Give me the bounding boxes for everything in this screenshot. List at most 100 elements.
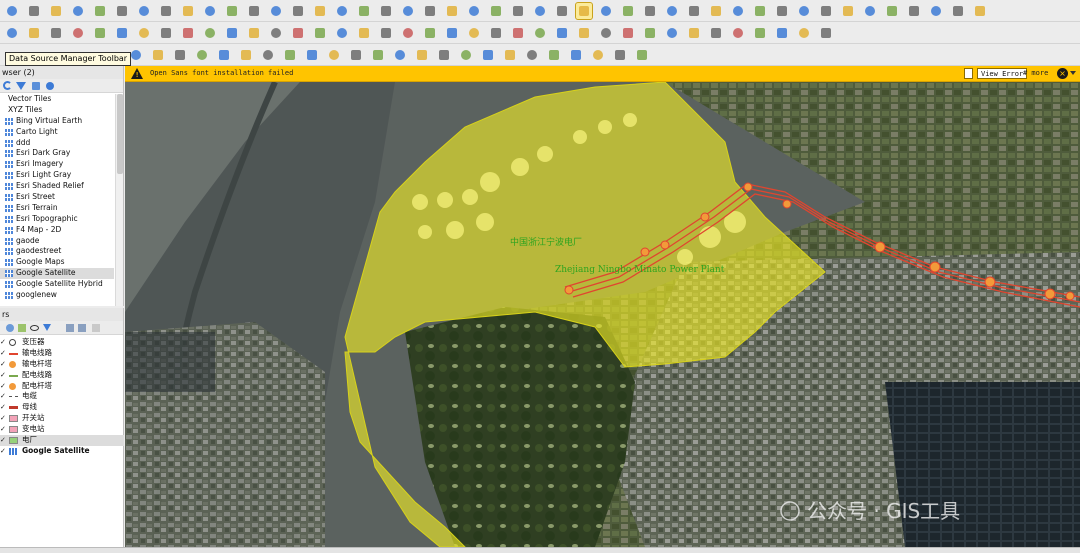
toolbar-button[interactable]	[818, 25, 834, 41]
toolbar-button[interactable]	[598, 3, 614, 19]
toolbar-button[interactable]	[48, 25, 64, 41]
toolbar-button[interactable]	[612, 47, 628, 63]
toolbar-button[interactable]	[400, 3, 416, 19]
toolbar-button[interactable]	[510, 3, 526, 19]
filter-icon[interactable]	[43, 324, 51, 331]
toolbar-button[interactable]	[730, 3, 746, 19]
toolbar-button[interactable]	[114, 3, 130, 19]
layer-item[interactable]: ✓ 变压器	[0, 337, 124, 348]
toolbar-button[interactable]	[436, 47, 452, 63]
layer-visibility-checkbox[interactable]: ✓	[0, 414, 6, 422]
toolbar-button[interactable]	[370, 47, 386, 63]
toolbar-button[interactable]	[840, 3, 856, 19]
info-icon[interactable]	[46, 82, 54, 90]
toolbar-button[interactable]	[216, 47, 232, 63]
eye-icon[interactable]	[30, 325, 39, 331]
more-button[interactable]: # more	[1023, 69, 1048, 77]
toolbar-button[interactable]	[752, 3, 768, 19]
layer-item[interactable]: ✓ 变电站	[0, 424, 124, 435]
browser-item[interactable]: XYZ Tiles	[0, 105, 114, 116]
map-canvas[interactable]: 中国浙江宁波电厂 Zhejiang Ningbo Minato Power Pl…	[125, 82, 1080, 547]
browser-item[interactable]: Esri Street	[0, 192, 114, 203]
toolbar-button[interactable]	[304, 47, 320, 63]
browser-item[interactable]: Esri Dark Gray	[0, 148, 114, 159]
toolbar-button[interactable]	[774, 25, 790, 41]
toolbar-button[interactable]	[268, 3, 284, 19]
toolbar-button[interactable]	[326, 47, 342, 63]
toolbar-button[interactable]	[466, 25, 482, 41]
toolbar-button[interactable]	[590, 47, 606, 63]
toolbar-button[interactable]	[642, 3, 658, 19]
layer-visibility-checkbox[interactable]: ✓	[0, 349, 6, 357]
toolbar-button[interactable]	[238, 47, 254, 63]
view-error-button[interactable]: View Error	[977, 68, 1028, 79]
layer-visibility-checkbox[interactable]: ✓	[0, 382, 6, 390]
browser-item[interactable]: Esri Light Gray	[0, 170, 114, 181]
toolbar-button[interactable]	[202, 25, 218, 41]
toolbar-button[interactable]	[532, 3, 548, 19]
collapse-icon[interactable]	[32, 82, 40, 90]
layer-item[interactable]: ✓ 配电线路	[0, 370, 124, 381]
toolbar-button[interactable]	[290, 25, 306, 41]
toolbar-button[interactable]	[708, 25, 724, 41]
toolbar-button[interactable]	[554, 25, 570, 41]
toolbar-button[interactable]	[290, 3, 306, 19]
toolbar-button[interactable]	[568, 47, 584, 63]
toolbar-button[interactable]	[180, 25, 196, 41]
toolbar-button[interactable]	[260, 47, 276, 63]
browser-item[interactable]: Esri Topographic	[0, 214, 114, 225]
toolbar-button[interactable]	[642, 25, 658, 41]
toolbar-button[interactable]	[796, 3, 812, 19]
toolbar-button[interactable]	[4, 25, 20, 41]
toolbar-button[interactable]	[392, 47, 408, 63]
toolbar-button[interactable]	[620, 3, 636, 19]
layer-visibility-checkbox[interactable]: ✓	[0, 403, 6, 411]
toolbar-button[interactable]	[532, 25, 548, 41]
browser-item[interactable]: Esri Imagery	[0, 159, 114, 170]
toolbar-button[interactable]	[92, 3, 108, 19]
filter-icon[interactable]	[16, 82, 26, 90]
browser-item[interactable]: Google Satellite Hybrid	[0, 279, 114, 290]
browser-scrollbar[interactable]	[115, 94, 123, 306]
toolbar-button[interactable]	[378, 3, 394, 19]
toolbar-button[interactable]	[422, 3, 438, 19]
close-icon[interactable]: ×	[1057, 68, 1068, 79]
browser-item[interactable]: ddd	[0, 138, 114, 149]
toolbar-button[interactable]	[686, 3, 702, 19]
chevron-down-icon[interactable]	[1070, 71, 1076, 75]
toolbar-button[interactable]	[708, 3, 724, 19]
toolbar-button[interactable]	[598, 25, 614, 41]
toolbar-button[interactable]	[862, 3, 878, 19]
toolbar-button[interactable]	[312, 3, 328, 19]
toolbar-button[interactable]	[686, 25, 702, 41]
layer-visibility-checkbox[interactable]: ✓	[0, 447, 6, 455]
toolbar-button[interactable]	[136, 3, 152, 19]
toolbar-button[interactable]	[480, 47, 496, 63]
toolbar-button[interactable]	[356, 3, 372, 19]
browser-item[interactable]: gaodestreet	[0, 246, 114, 257]
toolbar-button[interactable]	[796, 25, 812, 41]
toolbar-button[interactable]	[224, 3, 240, 19]
toolbar-button[interactable]	[136, 25, 152, 41]
layer-visibility-checkbox[interactable]: ✓	[0, 425, 6, 433]
toolbar-button[interactable]	[356, 25, 372, 41]
toolbar-button[interactable]	[378, 25, 394, 41]
toolbar-button[interactable]	[906, 3, 922, 19]
toolbar-button[interactable]	[194, 47, 210, 63]
toolbar-button[interactable]	[26, 25, 42, 41]
toolbar-button[interactable]	[400, 25, 416, 41]
toolbar-button[interactable]	[444, 25, 460, 41]
toolbar-button[interactable]	[158, 25, 174, 41]
toolbar-button[interactable]	[972, 3, 988, 19]
toolbar-button[interactable]	[150, 47, 166, 63]
toolbar-button[interactable]	[158, 3, 174, 19]
toolbar-button[interactable]	[180, 3, 196, 19]
browser-item[interactable]: Google Maps	[0, 257, 114, 268]
toolbar-button[interactable]	[510, 25, 526, 41]
collapse-all-icon[interactable]	[78, 324, 86, 332]
toolbar-button[interactable]	[466, 3, 482, 19]
toolbar-button[interactable]	[4, 3, 20, 19]
browser-item[interactable]: F4 Map - 2D	[0, 225, 114, 236]
toolbar-button[interactable]	[444, 3, 460, 19]
toolbar-button[interactable]	[458, 47, 474, 63]
